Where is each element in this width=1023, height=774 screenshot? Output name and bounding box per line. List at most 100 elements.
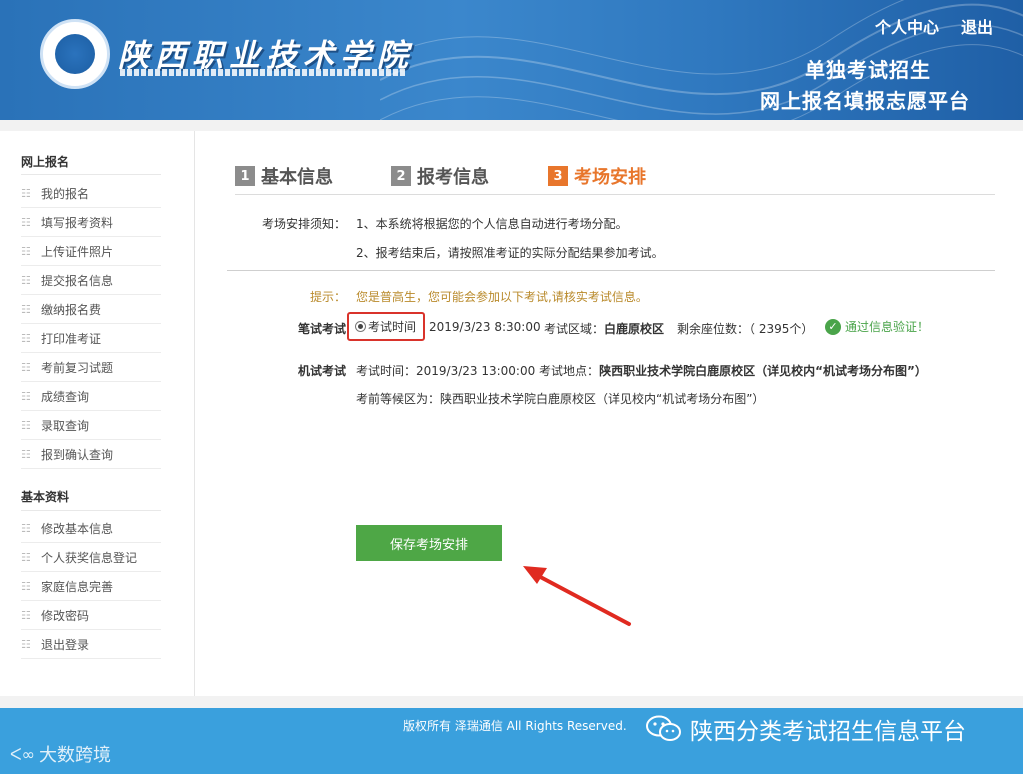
sidebar-item[interactable]: ☷ 成绩查询 xyxy=(21,382,161,411)
list-icon: ☷ xyxy=(21,302,31,316)
sidebar-item-label: 考前复习试题 xyxy=(41,360,114,375)
top-nav: 个人中心 退出 xyxy=(875,14,993,38)
step-number: 3 xyxy=(548,166,568,186)
sidebar-item-label: 我的报名 xyxy=(41,186,90,201)
sidebar-item[interactable]: ☷ 提交报名信息 xyxy=(21,266,161,295)
sidebar-divider xyxy=(21,510,161,511)
copyright-text: 版权所有 泽瑞通信 All Rights Reserved. xyxy=(403,719,627,733)
list-icon: ☷ xyxy=(21,331,31,345)
sidebar: 网上报名 ☷ 我的报名 ☷ 填写报考资料 ☷ 上传证件照片 ☷ 提交报名信息 ☷ 缴纳报名费 ☷ 打印… xyxy=(0,131,195,696)
notice-line-1: 1、本系统将根据您的个人信息自动进行考场分配。 xyxy=(356,217,628,231)
logout-link[interactable]: 退出 xyxy=(961,14,993,38)
list-icon: ☷ xyxy=(21,186,31,200)
footer-platform-name: 陕西分类考试招生信息平台 xyxy=(690,719,966,745)
step-label: 考场安排 xyxy=(574,167,646,188)
sidebar-item-label: 缴纳报名费 xyxy=(41,302,102,317)
sidebar-item[interactable]: ☷ 修改基本信息 xyxy=(21,514,161,543)
site-header: 陕西职业技术学院 个人中心 退出 单独考试招生 网上报名填报志愿平台 xyxy=(0,0,1023,120)
sidebar-item-label: 成绩查询 xyxy=(41,389,90,404)
tip-text: 您是普高生，您可能会参加以下考试,请核实考试信息。 xyxy=(356,290,648,304)
watermark: ᐸ∞ 大数跨境 xyxy=(10,741,111,767)
step-application-info[interactable]: 2 报考信息 xyxy=(391,163,489,189)
platform-title-line1: 单独考试招生 xyxy=(805,58,931,82)
annotation-arrow xyxy=(523,566,631,626)
sidebar-item[interactable]: ☷ 报到确认查询 xyxy=(21,440,161,469)
exam-area-label: 考试区域： xyxy=(544,322,605,336)
sidebar-item[interactable]: ☷ 录取查询 xyxy=(21,411,161,440)
sidebar-item-label: 修改基本信息 xyxy=(41,521,114,536)
tip-label: 提示： xyxy=(310,290,347,304)
sidebar-item-label: 修改密码 xyxy=(41,608,90,623)
computer-exam-line-1: 考试时间：2019/3/23 13:00:00 考试地点：陕西职业技术学院白鹿原… xyxy=(356,364,927,378)
list-icon: ☷ xyxy=(21,389,31,403)
list-icon: ☷ xyxy=(21,550,31,564)
list-icon: ☷ xyxy=(21,608,31,622)
list-icon: ☷ xyxy=(21,244,31,258)
list-icon: ☷ xyxy=(21,579,31,593)
step-label: 报考信息 xyxy=(417,167,489,188)
list-icon: ☷ xyxy=(21,418,31,432)
list-icon: ☷ xyxy=(21,521,31,535)
list-icon: ☷ xyxy=(21,215,31,229)
sidebar-item[interactable]: ☷ 家庭信息完善 xyxy=(21,572,161,601)
sidebar-item-label: 打印准考证 xyxy=(41,331,102,346)
exam-time-radio-label: 考试时间 xyxy=(368,320,417,334)
step-basic-info[interactable]: 1 基本信息 xyxy=(235,163,333,189)
sidebar-divider xyxy=(21,174,161,175)
college-seal-logo xyxy=(40,19,110,89)
exam-time-radio[interactable]: 考试时间 xyxy=(347,312,425,341)
profile-link[interactable]: 个人中心 xyxy=(875,14,939,38)
computer-exam-label: 机试考试 xyxy=(298,364,347,378)
sidebar-item[interactable]: ☷ 填写报考资料 xyxy=(21,208,161,237)
sidebar-item[interactable]: ☷ 修改密码 xyxy=(21,601,161,630)
sidebar-item-label: 提交报名信息 xyxy=(41,273,114,288)
watermark-logo-icon: ᐸ∞ xyxy=(10,744,35,764)
sidebar-item-label: 家庭信息完善 xyxy=(41,579,114,594)
sidebar-group-online-registration: 网上报名 xyxy=(21,155,70,169)
notice-label: 考场安排须知： xyxy=(262,217,347,231)
step-number: 1 xyxy=(235,166,255,186)
list-icon: ☷ xyxy=(21,447,31,461)
exam-area-value: 白鹿原校区 xyxy=(604,322,665,336)
remaining-seats: 剩余座位数：（ 2395个） xyxy=(677,322,814,336)
sidebar-item[interactable]: ☷ 考前复习试题 xyxy=(21,353,161,382)
sidebar-item[interactable]: ☷ 我的报名 xyxy=(21,179,161,208)
notice-line-2: 2、报考结束后，请按照准考证的实际分配结果参加考试。 xyxy=(356,246,664,260)
sidebar-item[interactable]: ☷ 打印准考证 xyxy=(21,324,161,353)
main-wrap: 网上报名 ☷ 我的报名 ☷ 填写报考资料 ☷ 上传证件照片 ☷ 提交报名信息 ☷ 缴纳报名费 ☷ 打印… xyxy=(0,131,1023,696)
sidebar-item-label: 报到确认查询 xyxy=(41,447,114,462)
radio-selected-icon[interactable] xyxy=(355,321,366,332)
list-icon: ☷ xyxy=(21,273,31,287)
step-label: 基本信息 xyxy=(261,167,333,188)
sidebar-item-label: 填写报考资料 xyxy=(41,215,114,230)
save-exam-arrangement-button[interactable]: 保存考场安排 xyxy=(356,525,502,561)
section-divider xyxy=(227,270,995,271)
list-icon: ☷ xyxy=(21,360,31,374)
platform-title-line2: 网上报名填报志愿平台 xyxy=(760,89,970,113)
sidebar-item[interactable]: ☷ 上传证件照片 xyxy=(21,237,161,266)
site-footer: 版权所有 泽瑞通信 All Rights Reserved. 陕西分类考试招生信… xyxy=(0,708,1023,774)
sidebar-group-basic-info: 基本资料 xyxy=(21,490,70,504)
sidebar-item[interactable]: ☷ 缴纳报名费 xyxy=(21,295,161,324)
sidebar-item-label: 退出登录 xyxy=(41,637,90,652)
written-exam-label: 笔试考试 xyxy=(298,322,347,336)
verify-status: ✓ 通过信息验证！ xyxy=(825,318,929,335)
content-panel: 1 基本信息 2 报考信息 3 考场安排 考场安排须知： 1、本系统将根据您的个… xyxy=(205,131,1023,624)
step-exam-arrangement[interactable]: 3 考场安排 xyxy=(548,163,646,189)
sidebar-item[interactable]: ☷ 个人获奖信息登记 xyxy=(21,543,161,572)
sidebar-item-label: 录取查询 xyxy=(41,418,90,433)
sidebar-item[interactable]: ☷ 退出登录 xyxy=(21,630,161,659)
college-name-english-logo xyxy=(120,69,407,76)
written-exam-time: 2019/3/23 8:30:00 xyxy=(429,320,541,334)
sidebar-item-label: 个人获奖信息登记 xyxy=(41,550,138,565)
verify-text: 通过信息验证！ xyxy=(845,320,930,334)
list-icon: ☷ xyxy=(21,637,31,651)
check-circle-icon: ✓ xyxy=(825,318,841,335)
wechat-icon xyxy=(646,715,681,741)
watermark-text: 大数跨境 xyxy=(39,745,111,766)
college-seal-emblem xyxy=(55,34,95,74)
computer-exam-line-2: 考前等候区为：陕西职业技术学院白鹿原校区（详见校内“机试考场分布图”） xyxy=(356,392,765,406)
step-tabs: 1 基本信息 2 报考信息 3 考场安排 xyxy=(235,161,995,195)
sidebar-item-label: 上传证件照片 xyxy=(41,244,114,259)
step-number: 2 xyxy=(391,166,411,186)
